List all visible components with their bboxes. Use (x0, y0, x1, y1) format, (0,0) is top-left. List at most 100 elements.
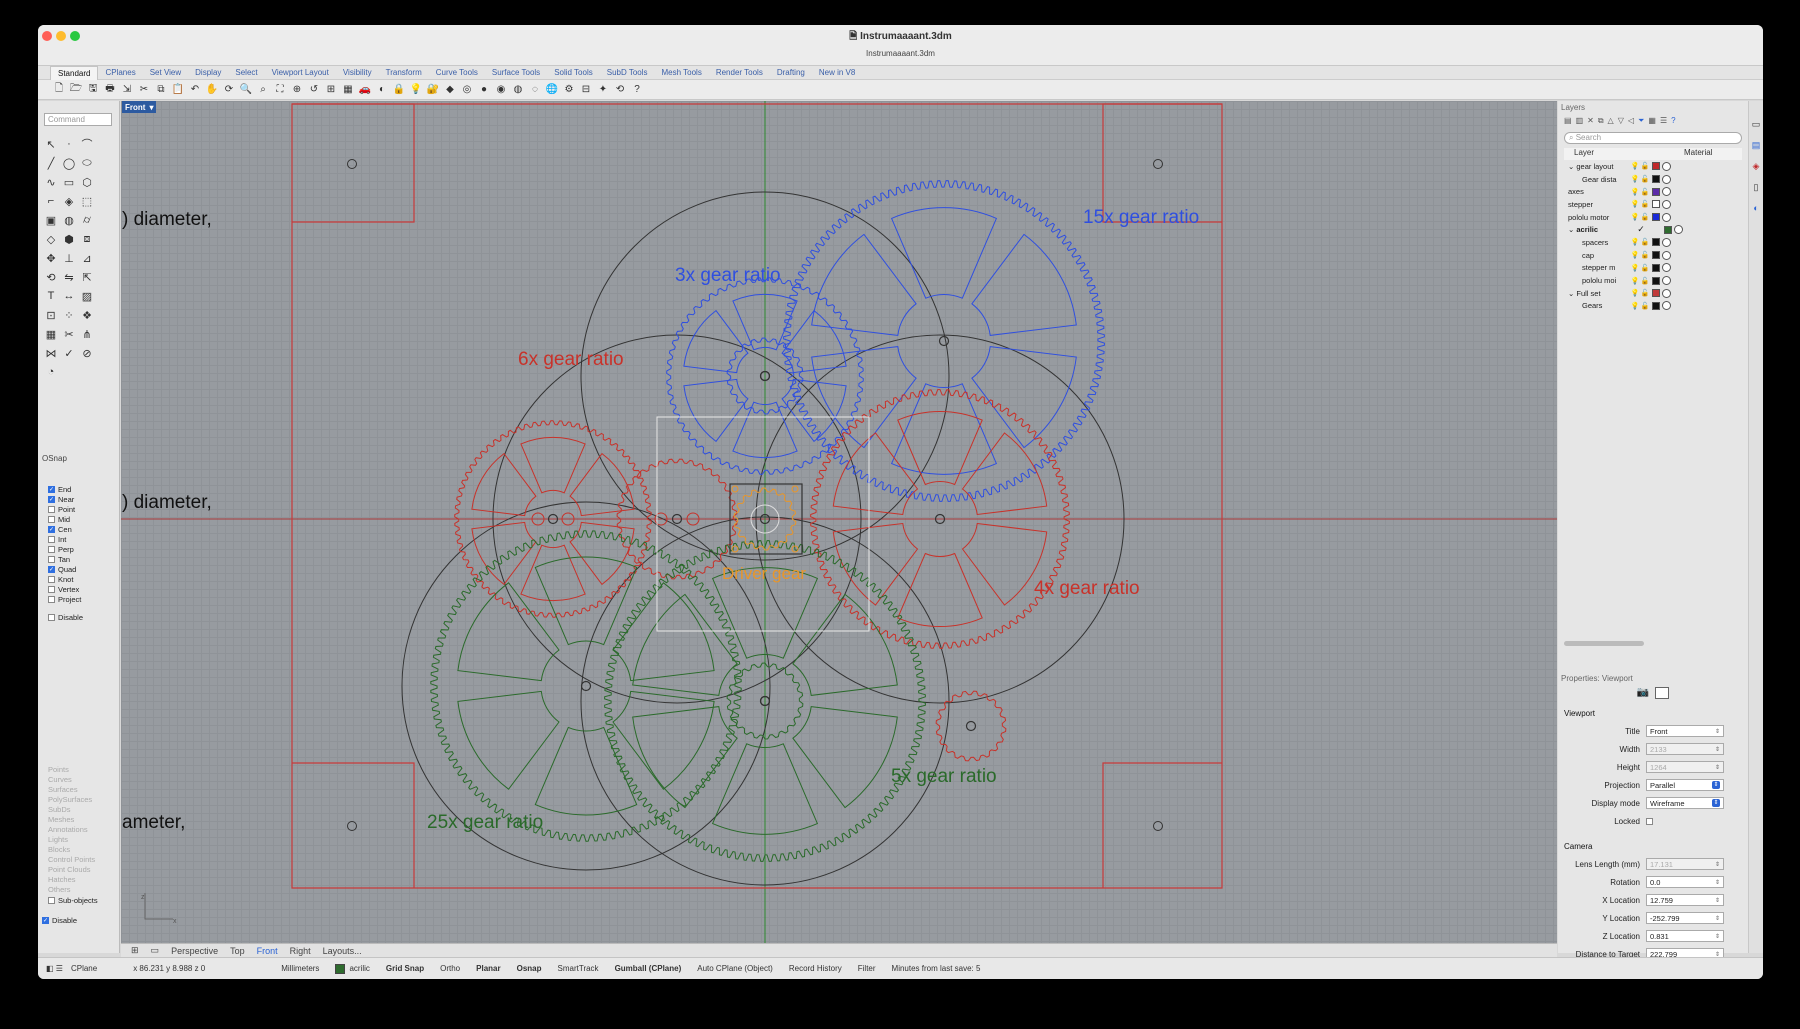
move-parent-icon[interactable]: ◁ (1628, 116, 1634, 128)
copy-icon[interactable]: ⧉ (154, 83, 168, 97)
paste-icon[interactable]: 📋 (171, 83, 185, 97)
property-value[interactable]: 12.759 ⇕ (1646, 894, 1724, 906)
stepper-icon[interactable]: ⇕ (1715, 746, 1720, 753)
join-icon[interactable]: ⋈ (44, 346, 58, 360)
new-file-icon[interactable]: 🗋 (52, 83, 66, 97)
checkbox[interactable] (48, 555, 55, 563)
render-icon[interactable]: ◔ (44, 365, 58, 379)
layer-color-swatch[interactable] (1652, 301, 1660, 310)
status-toggle-gumball-cplane-[interactable]: Gumball (CPlane) (615, 964, 682, 973)
material-icon[interactable] (1662, 161, 1671, 171)
checkbox[interactable] (48, 896, 55, 904)
filter-disable[interactable]: ✓ Disable (42, 915, 98, 925)
osnap-end[interactable]: ✓ End (48, 484, 83, 494)
checkbox[interactable] (48, 595, 55, 603)
checkbox[interactable] (48, 505, 55, 513)
layer-row[interactable]: cap 💡 🔓 (1564, 249, 1742, 262)
layer-color-swatch[interactable] (1652, 289, 1660, 298)
curve-icon[interactable]: ∿ (44, 175, 58, 189)
tab-surface-tools[interactable]: Surface Tools (485, 66, 547, 80)
layer-row[interactable]: stepper m 💡 🔓 (1564, 262, 1742, 275)
units-label[interactable]: Millimeters (281, 964, 319, 973)
line-icon[interactable]: ╱ (44, 156, 58, 170)
layer-row[interactable]: axes 💡 🔓 (1564, 185, 1742, 198)
layers-scrollbar[interactable] (1564, 641, 1644, 646)
layer-color-swatch[interactable] (1652, 276, 1660, 285)
materials-icon[interactable]: ◈ (1749, 161, 1763, 172)
table-icon[interactable]: ▦ (1648, 116, 1656, 128)
color-icon[interactable]: ◐ (1749, 203, 1763, 213)
move-up-icon[interactable]: △ (1608, 116, 1614, 128)
osnap-int[interactable]: Int (48, 534, 83, 544)
property-value[interactable]: 0.831 ⇕ (1646, 930, 1724, 942)
globe-icon[interactable]: 🌐 (545, 83, 559, 97)
visibility-icon[interactable]: 💡 (1630, 188, 1640, 196)
checkbox[interactable] (48, 613, 55, 621)
osnap-mid[interactable]: Mid (48, 514, 83, 524)
rotate-view-icon[interactable]: ⟳ (222, 83, 236, 97)
checkbox[interactable]: ✓ (48, 485, 55, 493)
tab-drafting[interactable]: Drafting (770, 66, 812, 80)
rotate-icon[interactable]: ⟲ (44, 270, 58, 284)
layer-row[interactable]: spacers 💡 🔓 (1564, 236, 1742, 249)
sphere-icon[interactable]: ◍ (62, 213, 76, 227)
viewport-title-tab[interactable]: Front ▾ (122, 101, 157, 113)
visibility-icon[interactable]: 💡 (1630, 289, 1640, 297)
dropdown-arrow-icon[interactable]: ⇕ (1712, 799, 1720, 807)
zoom-extents-icon[interactable]: ⛶ (273, 83, 287, 97)
status-toggle-osnap[interactable]: Osnap (517, 964, 542, 973)
view-tab-front[interactable]: Front (257, 946, 278, 956)
boolean-icon[interactable]: ⧈ (80, 232, 94, 246)
trim-icon[interactable]: ✂ (62, 327, 76, 341)
menu-icon[interactable]: ☰ (1660, 116, 1667, 128)
display-icon[interactable]: ▭ (1749, 119, 1763, 130)
zoom-selected-icon[interactable]: ⊕ (290, 83, 304, 97)
osnap-tan[interactable]: Tan (48, 554, 83, 564)
checkbox[interactable] (48, 535, 55, 543)
tab-select[interactable]: Select (228, 66, 264, 80)
tab-curve-tools[interactable]: Curve Tools (429, 66, 485, 80)
tab-mesh-tools[interactable]: Mesh Tools (655, 66, 709, 80)
osnap-disable[interactable]: Disable (48, 612, 83, 622)
stepper-icon[interactable]: ⇕ (1715, 861, 1720, 868)
command-input[interactable]: Command (44, 113, 112, 126)
osnap-quad[interactable]: ✓ Quad (48, 564, 83, 574)
filter-icon[interactable]: ⏷ (1638, 116, 1644, 128)
material-icon[interactable] (1662, 250, 1671, 260)
fillet-icon[interactable]: ⌐ (44, 194, 58, 208)
checkbox[interactable] (48, 545, 55, 553)
layer-color-swatch[interactable] (1652, 238, 1660, 247)
checkbox[interactable]: ✓ (48, 495, 55, 503)
tab-subd-tools[interactable]: SubD Tools (600, 66, 655, 80)
tab-display[interactable]: Display (188, 66, 228, 80)
checkbox[interactable] (48, 585, 55, 593)
visibility-icon[interactable]: 💡 (1630, 251, 1640, 259)
move-down-icon[interactable]: ▽ (1618, 116, 1624, 128)
stepper-icon[interactable]: ⇕ (1715, 728, 1720, 735)
visibility-icon[interactable]: 💡 (1630, 200, 1640, 208)
shaded-icon[interactable]: ● (477, 83, 491, 97)
grid-icon[interactable]: ⊞ (131, 945, 139, 956)
mirror-icon[interactable]: ⇋ (62, 270, 76, 284)
layer-search-input[interactable]: ⌕ Search (1564, 132, 1742, 144)
checkbox[interactable]: ✓ (48, 525, 55, 533)
analyze-icon[interactable]: ⊘ (80, 346, 94, 360)
stepper-icon[interactable]: ⇕ (1715, 764, 1720, 771)
stepper-icon[interactable]: ⇕ (1715, 897, 1720, 904)
blend-icon[interactable]: ⊿ (80, 251, 94, 265)
status-toggle-record-history[interactable]: Record History (789, 964, 842, 973)
four-view-icon[interactable]: ⊞ (324, 83, 338, 97)
undo-icon[interactable]: ↶ (188, 83, 202, 97)
layer-row[interactable]: Gear dista 💡 🔓 (1564, 173, 1742, 186)
lock-icon[interactable]: 🔓 (1640, 238, 1650, 246)
visibility-icon[interactable]: 💡 (1630, 277, 1640, 285)
lock-icon[interactable]: 🔓 (1640, 277, 1650, 285)
box-icon[interactable]: ▣ (44, 213, 58, 227)
subd-icon[interactable]: ⬢ (62, 232, 76, 246)
construction-plane-icon[interactable]: ▦ (341, 83, 355, 97)
analysis-icon[interactable]: ⚙ (562, 83, 576, 97)
material-icon[interactable] (1662, 276, 1671, 286)
layer-row[interactable]: Gears 💡 🔓 (1564, 300, 1742, 313)
dimension-icon[interactable]: ↔ (62, 289, 76, 303)
lock2-icon[interactable]: 🔐 (426, 83, 440, 97)
